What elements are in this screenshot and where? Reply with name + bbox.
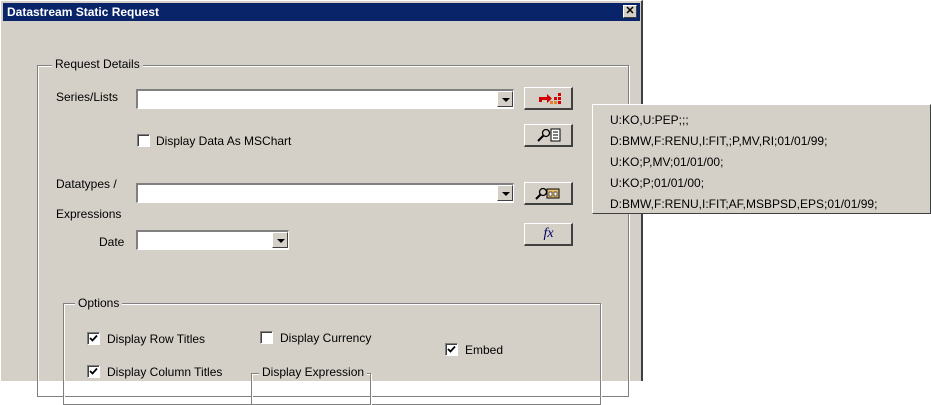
display-mschart-checkbox[interactable] (137, 134, 150, 147)
display-expression-legend: Display Expression (259, 365, 368, 379)
display-mschart-label: Display Data As MSChart (156, 134, 292, 148)
function-button[interactable]: fx (524, 223, 573, 246)
close-button[interactable]: ✕ (623, 5, 637, 18)
request-history-popup: U:KO,U:PEP;;; D:BMW,F:RENU,I:FIT,;P,MV,R… (592, 104, 931, 214)
history-item[interactable]: U:KO,U:PEP;;; (610, 113, 689, 127)
history-item[interactable]: U:KO;P;01/01/00; (610, 176, 704, 190)
embed-label: Embed (465, 343, 504, 357)
datatypes-label: Datatypes / (56, 177, 117, 191)
options-legend: Options (75, 296, 123, 310)
datatype-find-button[interactable] (524, 182, 573, 205)
window-title: Datastream Static Request (7, 5, 160, 19)
series-lists-combo[interactable] (136, 89, 514, 109)
display-currency-checkbox[interactable] (260, 331, 273, 344)
close-icon: ✕ (625, 5, 635, 17)
find-list-icon (537, 128, 561, 142)
find-datatype-icon (535, 187, 560, 200)
display-column-titles-label: Display Column Titles (107, 365, 223, 379)
checkmark-icon (89, 367, 98, 375)
display-row-titles-checkbox[interactable] (87, 332, 100, 345)
expressions-label: Expressions (56, 207, 122, 221)
series-find-button[interactable] (524, 124, 573, 147)
series-picker-button[interactable] (524, 87, 573, 110)
checkmark-icon (89, 334, 98, 342)
date-combo[interactable] (136, 230, 289, 250)
display-column-titles-checkbox[interactable] (87, 365, 100, 378)
embed-checkbox[interactable] (445, 343, 458, 356)
date-label: Date (99, 235, 125, 249)
series-lists-dropdown-button[interactable] (497, 91, 513, 107)
fx-icon: fx (543, 226, 554, 241)
request-details-legend: Request Details (52, 57, 143, 71)
display-currency-label: Display Currency (280, 331, 372, 345)
checkmark-icon (447, 345, 456, 353)
datatypes-dropdown-button[interactable] (497, 185, 513, 201)
history-item[interactable]: D:BMW,F:RENU,I:FIT,;P,MV,RI;01/01/99; (610, 134, 827, 148)
title-bar[interactable]: Datastream Static Request ✕ (3, 3, 640, 21)
static-request-dialog: Datastream Static Request ✕ Request Deta… (0, 0, 643, 405)
display-row-titles-label: Display Row Titles (107, 332, 206, 346)
history-item[interactable]: D:BMW,F:RENU,I:FIT;AF,MSBPSD,EPS;01/01/9… (610, 197, 877, 211)
date-dropdown-button[interactable] (272, 232, 288, 248)
history-item[interactable]: U:KO;P,MV;01/01/00; (610, 155, 723, 169)
series-lists-label: Series/Lists (56, 90, 119, 104)
datatypes-combo[interactable] (136, 183, 514, 203)
arrow-grid-icon (539, 93, 561, 104)
